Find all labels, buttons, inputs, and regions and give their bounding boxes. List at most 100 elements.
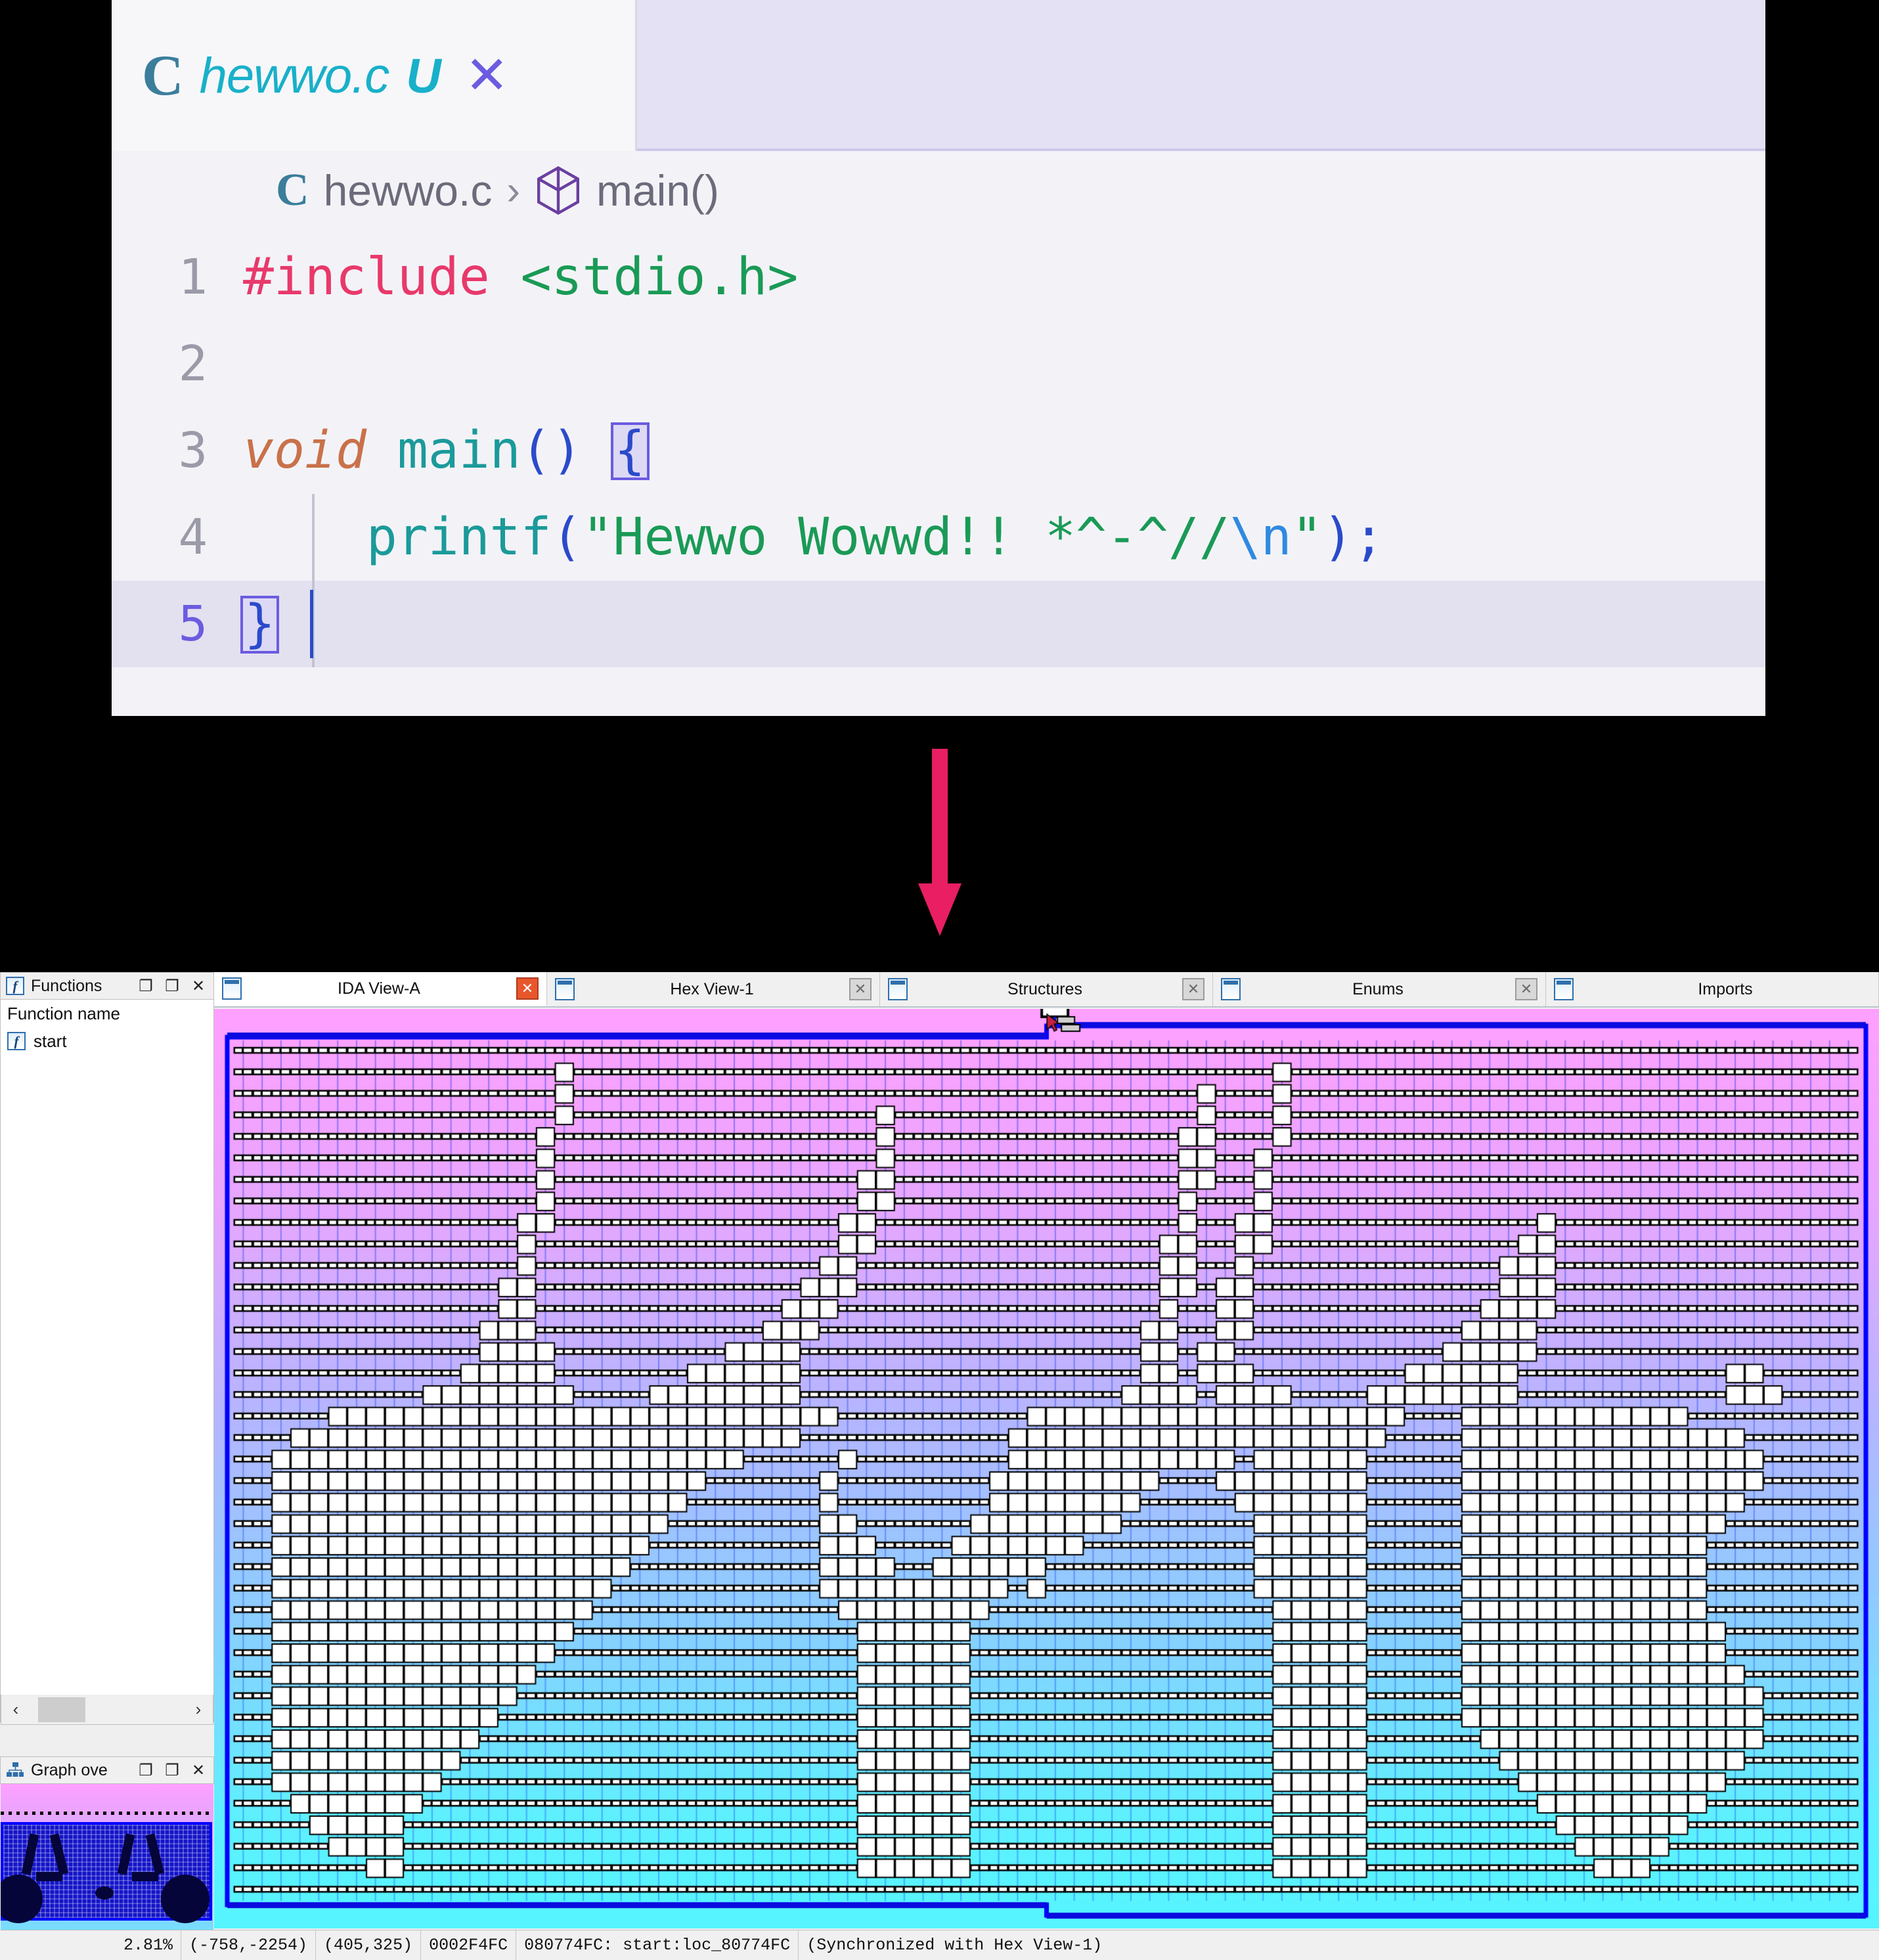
code-token: " [1291,508,1323,567]
code-editor-area[interactable]: 1 #include <stdio.h> 2 3 void main() {4 prin… [112,230,1765,716]
indent-guide [312,494,315,581]
close-icon[interactable]: ✕ [188,1761,208,1780]
line-number: 3 [178,422,208,479]
code-text: void main() { [243,421,1765,480]
code-token: main [397,421,521,480]
code-line[interactable]: 4 printf("Hewwo Wowwd!! *^-^//\n"); [112,494,1765,581]
overview-dotted-guide-top [1,1812,213,1815]
tab-label: Imports [1698,979,1753,998]
ida-graph-view[interactable] [214,1009,1879,1928]
down-arrow-icon [918,749,962,936]
status-sync: (Synchronized with Hex View-1) [807,1935,1103,1955]
hex-icon [555,978,575,1000]
line-number: 4 [178,509,208,566]
close-icon[interactable]: ✕ [1182,978,1205,1000]
scrollbar-track[interactable] [30,1695,184,1724]
ida-view-tab-bar: IDA View-A ✕ Hex View-1 ✕ Structures ✕ Enums ✕ I… [214,972,1879,1008]
function-name: start [33,1031,67,1051]
text-cursor [310,590,313,658]
tab-ida-view-a[interactable]: IDA View-A ✕ [214,972,547,1006]
close-icon[interactable]: ✕ [188,977,208,996]
overview-blob [21,1833,39,1875]
graph-overview-panel-title: Graph ove ❐ ❐ ✕ [0,1756,214,1784]
function-icon: f [6,977,24,995]
functions-column-header: Function name [1,1000,213,1027]
code-text: printf("Hewwo Wowwd!! *^-^//\n"); [243,508,1765,567]
scrollbar-thumb[interactable] [38,1697,85,1722]
breadcrumb-symbol[interactable]: main() [596,166,719,215]
overview-blob [145,1833,165,1875]
function-graph-canvas[interactable] [214,1009,1879,1928]
code-token: () [520,421,583,480]
list-item[interactable]: f start [1,1027,213,1055]
tab-label: Hex View-1 [670,979,754,998]
line-number: 5 [178,596,208,652]
status-graph-coords: (-758,-2254) [181,1930,317,1960]
code-token: "Hewwo Wowwd!! *^-^// [582,508,1230,567]
scroll-right-icon[interactable]: › [184,1699,213,1720]
imports-icon [1554,978,1574,1000]
functions-horizontal-scrollbar[interactable]: ‹ › [1,1695,213,1725]
functions-panel-label: Functions [31,976,102,995]
code-text: } [240,594,1765,654]
tab-hex-view-1[interactable]: Hex View-1 ✕ [547,972,880,1006]
vscode-editor-pane: C hewwo.c U ✕ C hewwo.c › main() 1 #inclu… [112,0,1765,716]
breadcrumb-separator: › [506,167,520,213]
overview-blob [1,1875,43,1923]
editor-tab-hewwo-c[interactable]: C hewwo.c U ✕ [112,0,637,151]
line-number: 2 [178,336,208,392]
code-line[interactable]: 1 #include <stdio.h> [112,234,1765,321]
editor-tab-filename: hewwo.c [199,47,390,104]
ida-status-bar: 2.81% (-758,-2254) (405,325) 0002F4FC 08… [0,1930,1879,1960]
status-file-offset: 0002F4FC [421,1930,517,1960]
code-token: ; [1353,508,1384,567]
editor-tabbar-empty [637,0,1765,151]
overview-blob [49,1833,69,1875]
listing-icon [222,977,242,1000]
maximize-icon[interactable]: ❐ [136,977,156,996]
close-icon[interactable]: ✕ [1515,978,1537,1000]
restore-icon[interactable]: ❐ [162,1761,182,1780]
code-token: { [610,422,650,480]
code-line[interactable]: 3 void main() { [112,407,1765,494]
ida-right-column: IDA View-A ✕ Hex View-1 ✕ Structures ✕ Enums ✕ I… [214,972,1879,1960]
tab-structures[interactable]: Structures ✕ [880,972,1213,1006]
close-icon[interactable]: ✕ [849,978,872,1000]
tab-imports[interactable]: Imports [1546,972,1879,1006]
c-file-icon: C [142,43,184,108]
code-line[interactable]: 5} [112,581,1765,667]
restore-icon[interactable]: ❐ [162,977,182,996]
code-line[interactable]: 2 [112,321,1765,407]
scroll-left-icon[interactable]: ‹ [1,1699,30,1720]
status-address: 080774FC: start:loc_80774FC [516,1930,799,1960]
status-screen-coords: (405,325) [316,1930,422,1960]
breadcrumb: C hewwo.c › main() [112,151,1765,230]
graph-overview-icon [6,1761,24,1779]
maximize-icon[interactable]: ❐ [136,1761,156,1780]
function-icon: f [7,1032,26,1050]
breadcrumb-file[interactable]: hewwo.c [324,166,493,215]
functions-list[interactable]: Function name f start [0,1000,214,1722]
code-token: ( [551,508,583,567]
c-file-icon: C [276,165,309,215]
tab-enums[interactable]: Enums ✕ [1213,972,1546,1006]
ida-pro-window: f Functions ❐ ❐ ✕ Function name f start … [0,972,1879,1960]
tab-label: Enums [1352,979,1404,998]
cube-symbol-icon [535,166,582,215]
overview-blob [117,1833,135,1875]
code-token: #include [243,248,521,307]
overview-viewport-box[interactable] [1,1822,212,1923]
code-token: void [243,421,366,480]
overview-blob [95,1886,114,1900]
overview-blob [161,1875,210,1923]
line-number: 1 [178,249,208,305]
close-icon[interactable]: ✕ [516,977,539,1000]
code-token: ) [1322,508,1354,567]
screenshot-root: C hewwo.c U ✕ C hewwo.c › main() 1 #inclu… [0,0,1879,1960]
editor-tab-bar: C hewwo.c U ✕ [112,0,1765,151]
code-token: \n [1229,508,1292,567]
close-icon[interactable]: ✕ [465,49,509,102]
code-token: } [240,596,279,654]
